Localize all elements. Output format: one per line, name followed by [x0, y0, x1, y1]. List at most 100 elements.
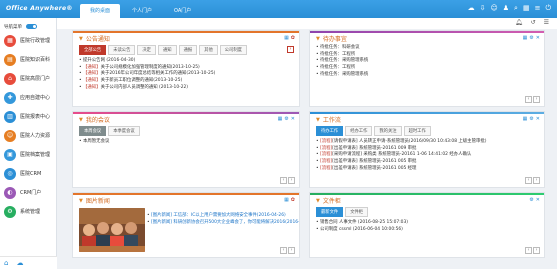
item-text: 关于公司规模化加强管理制度的通知(2013-10-25)	[100, 64, 200, 70]
subtab[interactable]: 通知	[157, 45, 177, 55]
meeting-list: • 本周暂无会议	[73, 136, 299, 146]
grid-icon[interactable]: ▦	[278, 116, 283, 122]
subtab[interactable]: 通报	[178, 45, 198, 55]
prev-page-button[interactable]: ‹	[525, 177, 532, 184]
layout-icon[interactable]: ☰	[544, 19, 549, 26]
news-panel-tools: ▦ ✿	[284, 197, 295, 203]
caret-down-icon[interactable]: ▼	[79, 198, 83, 204]
close-icon[interactable]: ✕	[536, 35, 540, 41]
list-item[interactable]: • [流程][出差申请表] 系统管理员-20161 005 经理	[316, 166, 538, 173]
grid-icon[interactable]: ▦	[523, 116, 528, 122]
bell-icon[interactable]: 🔔︎	[515, 19, 523, 26]
grid-icon[interactable]: ▦	[523, 35, 528, 41]
download-icon[interactable]: ⇩	[480, 4, 486, 13]
close-icon[interactable]: ✕	[536, 197, 540, 203]
sidebar-item[interactable]: ▣ 医院档案管理	[0, 145, 56, 164]
subtab[interactable]: 经办工作	[345, 126, 373, 136]
subtab[interactable]: 超时工作	[403, 126, 431, 136]
settings-icon[interactable]: ✿	[291, 197, 295, 203]
list-item[interactable]: • 待批任务：工程所	[316, 65, 538, 72]
item-tag: [流程]	[320, 152, 333, 158]
next-page-button[interactable]: ›	[533, 177, 540, 184]
sidebar-item[interactable]: ▤ 医院知识百科	[0, 50, 56, 69]
sidebar-item[interactable]: ⌂ 医院高层门户	[0, 69, 56, 88]
power-icon[interactable]: ⏻	[545, 4, 551, 13]
list-item[interactable]: • [流程][出差申请表] 系统管理员-20161 005 审批	[316, 159, 538, 166]
list-item[interactable]: • 公司制度 cssml (2016-06-04 10:00:56)	[316, 227, 538, 234]
subtab[interactable]: 决定	[137, 45, 156, 55]
building-icon: ▦	[4, 34, 16, 47]
more-button[interactable]: ›	[287, 46, 294, 53]
list-item[interactable]: • 待批任务：采购管理系统	[316, 72, 538, 79]
list-item[interactable]: • 待批任务：科研会议	[316, 45, 538, 52]
list-item[interactable]: • [流程][请假申请表] 人员转正申请-系统管理员(2016/09/30 10…	[316, 139, 538, 146]
subtab[interactable]: 本季度会议	[108, 126, 140, 136]
sidebar-item[interactable]: ⚙ 系统管理	[0, 202, 56, 221]
tab-personal-portal[interactable]: 个人门户	[122, 4, 162, 18]
settings-icon[interactable]: ⚙	[284, 116, 288, 122]
subtab[interactable]: 未读公告	[108, 45, 136, 55]
tab-oa-portal[interactable]: OA门户	[164, 4, 201, 18]
nav-toggle-label: 导航菜单	[4, 24, 22, 30]
subtab[interactable]: 文件柜	[345, 207, 369, 217]
next-page-button[interactable]: ›	[533, 96, 540, 103]
caret-down-icon[interactable]: ▼	[316, 36, 320, 42]
tab-my-desktop[interactable]: 我的桌面	[80, 4, 121, 18]
menu-icon[interactable]: ≡	[535, 4, 541, 13]
close-icon[interactable]: ✕	[536, 116, 540, 122]
grid-icon[interactable]: ▦	[523, 4, 530, 13]
next-page-button[interactable]: ›	[288, 177, 295, 184]
grid-icon[interactable]: ▦	[284, 197, 289, 203]
files-panel: ▼ 文件柜 ⚙ ✕ 最新文件 文件柜 • 销售合同 人事文件 (2016-08-2…	[309, 192, 545, 258]
list-item[interactable]: • 销售合同 人事文件 (2016-08-25 15:07:03)	[316, 220, 538, 227]
item-tag: 【通知】	[83, 78, 101, 84]
subtab[interactable]: 全部公告	[79, 45, 107, 55]
prev-page-button[interactable]: ‹	[525, 247, 532, 254]
list-item[interactable]: • 本周暂无会议	[79, 139, 293, 146]
subtab[interactable]: 待办工作	[316, 126, 344, 136]
subtab[interactable]: 本周会议	[79, 126, 107, 136]
sidebar-item[interactable]: ◐ CRM门户	[0, 183, 56, 202]
grid-icon[interactable]: ▦	[284, 35, 289, 41]
sidebar-item[interactable]: ▥ 医院报表中心	[0, 107, 56, 126]
subtab[interactable]: 公司制度	[219, 45, 247, 55]
settings-icon[interactable]: ⚙	[529, 116, 533, 122]
sidebar-item[interactable]: ▦ 医院行政管理	[0, 31, 56, 50]
home-icon[interactable]: ⌂	[4, 259, 8, 267]
next-page-button[interactable]: ›	[533, 247, 540, 254]
prev-page-button[interactable]: ‹	[280, 177, 287, 184]
cloud-menu-icon[interactable]: ☁	[16, 259, 23, 267]
sidebar-item[interactable]: ☺ 医院人力资源	[0, 126, 56, 145]
people-icon[interactable]: ♟	[503, 4, 509, 13]
settings-icon[interactable]: ✿	[291, 35, 295, 41]
todo-panel-title: 待办事宜	[322, 36, 347, 43]
list-item[interactable]: • 提升公告网 (2016-04-30)	[79, 58, 293, 65]
history-icon[interactable]: ↺	[531, 19, 536, 26]
sidebar-item[interactable]: ✚ 应用自建中心	[0, 88, 56, 107]
settings-icon[interactable]: ⚙	[529, 35, 533, 41]
next-page-button[interactable]: ›	[288, 247, 295, 254]
list-item[interactable]: • [图片新闻] 工信部：IC以上用户需要加大网络安全事件(2016-04-26…	[147, 213, 299, 220]
settings-icon[interactable]: ⚙	[529, 197, 533, 203]
list-item[interactable]: • [图片新闻] 科研创新协会召开500大企业峰会了，你可能将解决2016(20…	[147, 220, 299, 227]
top-bar: Office Anywhere® 我的桌面 个人门户 OA门户 ☁ ⇩ ☺ ♟ …	[0, 0, 557, 18]
files-tabs: 最新文件 文件柜	[310, 205, 544, 217]
subtab[interactable]: 其他	[199, 45, 218, 55]
close-icon[interactable]: ✕	[291, 116, 295, 122]
sidebar-item[interactable]: ◎ 医院CRM	[0, 164, 56, 183]
caret-down-icon[interactable]: ▼	[79, 117, 83, 123]
subtab[interactable]: 我的关注	[374, 126, 402, 136]
caret-down-icon[interactable]: ▼	[79, 36, 83, 42]
cloud-icon[interactable]: ☁	[468, 4, 475, 13]
caret-down-icon[interactable]: ▼	[316, 198, 320, 204]
list-item[interactable]: • 【通知】关于新员工职位调整的通知(2013-10-25)	[79, 78, 293, 85]
prev-page-button[interactable]: ‹	[525, 96, 532, 103]
caret-down-icon[interactable]: ▼	[316, 117, 320, 123]
search-icon[interactable]: ⌕	[514, 4, 518, 13]
nav-toggle-switch[interactable]	[26, 24, 37, 29]
list-item[interactable]: • 【通知】关于公司内部人员调整的通知 (2013-10-22)	[79, 85, 293, 92]
user-icon[interactable]: ☺	[490, 4, 497, 13]
prev-page-button[interactable]: ‹	[280, 247, 287, 254]
subtab[interactable]: 最新文件	[316, 207, 344, 217]
news-photo[interactable]	[79, 208, 145, 252]
